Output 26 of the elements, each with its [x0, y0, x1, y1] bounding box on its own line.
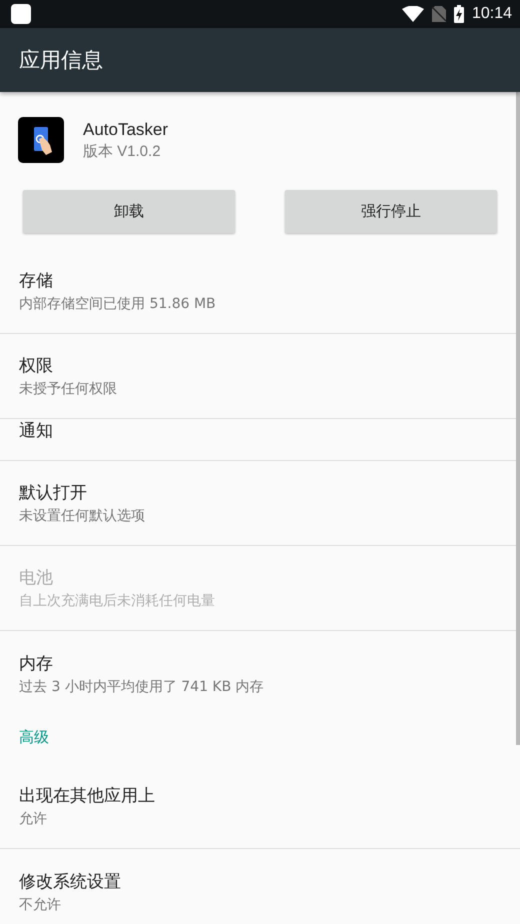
no-sim-icon	[432, 6, 446, 22]
setting-summary: 不允许	[19, 896, 61, 914]
setting-title[interactable]: 权限	[19, 354, 53, 377]
setting-title[interactable]: 内存	[19, 652, 53, 674]
setting-summary: 允许	[19, 810, 47, 828]
notification-icon	[11, 4, 31, 24]
setting-title[interactable]: 出现在其他应用上	[19, 784, 155, 807]
action-button[interactable]: 强行停止	[285, 190, 497, 233]
section-link[interactable]: 高级	[19, 728, 49, 747]
app-version: 版本 V1.0.2	[83, 142, 162, 160]
setting-summary: 自上次充满电后未消耗任何电量	[19, 592, 215, 610]
battery-charging-icon	[454, 5, 464, 23]
setting-summary: 过去 3 小时内平均使用了 741 KB 内存	[19, 678, 264, 696]
screen-title: 应用信息	[19, 47, 103, 74]
status-time: 10:14	[472, 5, 512, 23]
setting-title[interactable]: 默认打开	[19, 481, 87, 504]
setting-summary: 内部存储空间已使用 51.86 MB	[19, 295, 216, 313]
action-button[interactable]: 卸载	[23, 190, 235, 233]
app-icon	[18, 117, 64, 163]
setting-title[interactable]: 存储	[19, 269, 53, 292]
setting-title[interactable]: 修改系统设置	[19, 870, 121, 892]
app-name: AutoTasker	[83, 120, 168, 140]
setting-title[interactable]: 通知	[19, 419, 53, 442]
wifi-icon	[402, 6, 424, 22]
setting-summary: 未设置任何默认选项	[19, 507, 145, 525]
setting-summary: 未授予任何权限	[19, 380, 117, 398]
